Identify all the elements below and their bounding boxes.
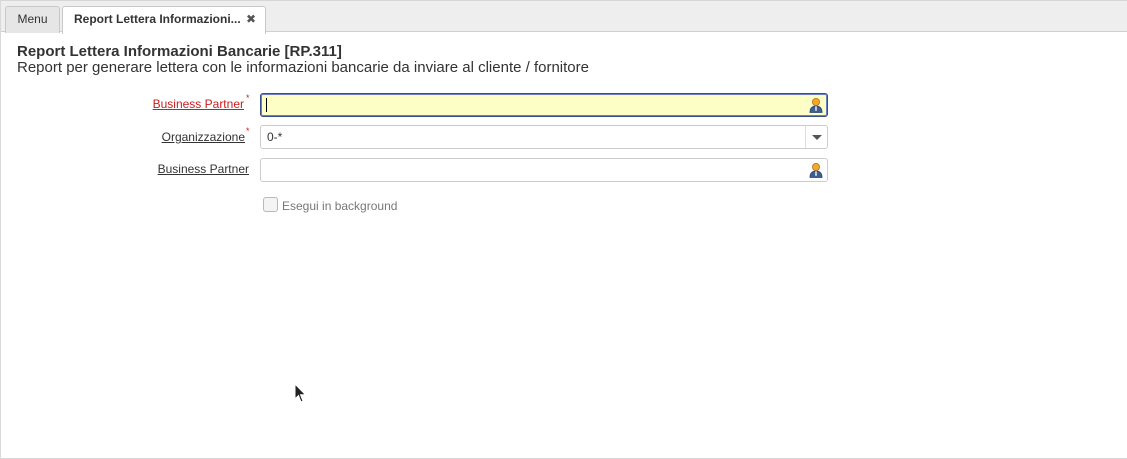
page-subtitle: Report per generare lettera con le infor… bbox=[17, 59, 589, 76]
organizzazione-select[interactable]: 0-* bbox=[260, 125, 828, 149]
organizzazione-label[interactable]: Organizzazione bbox=[162, 130, 245, 144]
business-partner-2-input[interactable] bbox=[260, 158, 828, 182]
tab-menu[interactable]: Menu bbox=[5, 6, 60, 33]
person-icon[interactable] bbox=[808, 97, 824, 113]
business-partner-label[interactable]: Business Partner bbox=[153, 97, 244, 111]
required-marker: * bbox=[246, 93, 250, 103]
background-checkbox-label[interactable]: Esegui in background bbox=[282, 199, 397, 213]
chevron-down-icon[interactable] bbox=[805, 126, 827, 148]
tab-bar: Menu Report Lettera Informazioni... ✖ bbox=[1, 0, 1127, 34]
background-checkbox[interactable] bbox=[263, 197, 278, 212]
mouse-cursor-icon bbox=[294, 383, 307, 403]
tab-report-label: Report Lettera Informazioni... bbox=[74, 12, 241, 26]
business-partner-input[interactable] bbox=[260, 93, 828, 117]
organizzazione-value: 0-* bbox=[267, 130, 283, 144]
tab-menu-label: Menu bbox=[17, 12, 48, 26]
text-caret bbox=[266, 98, 267, 112]
page-title: Report Lettera Informazioni Bancarie [RP… bbox=[17, 43, 342, 60]
close-icon[interactable]: ✖ bbox=[246, 7, 256, 32]
app-window: Menu Report Lettera Informazioni... ✖ Re… bbox=[0, 0, 1127, 459]
person-icon[interactable] bbox=[808, 162, 824, 178]
business-partner-2-label[interactable]: Business Partner bbox=[158, 162, 249, 176]
tab-report[interactable]: Report Lettera Informazioni... ✖ bbox=[62, 6, 266, 34]
required-marker: * bbox=[246, 126, 250, 136]
